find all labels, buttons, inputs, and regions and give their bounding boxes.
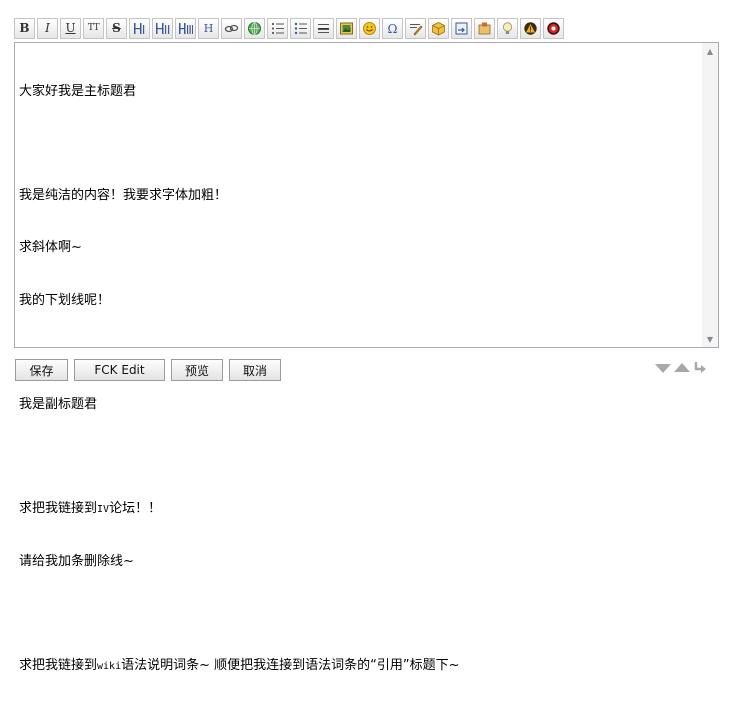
heading-3-button[interactable] bbox=[175, 17, 196, 39]
save-button[interactable]: 保存 bbox=[15, 359, 68, 381]
stop-button[interactable] bbox=[543, 17, 564, 39]
pen-icon bbox=[410, 23, 423, 35]
scroll-down-icon[interactable]: ▼ bbox=[702, 331, 718, 347]
numbered-list-button[interactable] bbox=[267, 17, 288, 39]
underline-button[interactable]: U bbox=[60, 17, 81, 39]
content-text: 论坛！！ bbox=[109, 501, 162, 517]
insert-file-button[interactable] bbox=[474, 17, 495, 39]
redirect-icon bbox=[455, 22, 468, 34]
warning-icon bbox=[524, 21, 537, 35]
file-icon bbox=[478, 22, 491, 34]
omega-icon: Ω bbox=[388, 22, 398, 36]
smiley-icon bbox=[363, 21, 376, 35]
bullet-list-icon bbox=[294, 22, 307, 34]
emoticon-button[interactable] bbox=[359, 17, 380, 39]
image-icon bbox=[340, 22, 353, 34]
content-line: 我是纯洁的内容！我要求字体加粗！ bbox=[19, 188, 228, 204]
horizontal-rule-icon bbox=[318, 23, 329, 33]
content-blank-line bbox=[19, 135, 700, 152]
vertical-scrollbar[interactable]: ▲ ▼ bbox=[702, 43, 718, 347]
link-icon bbox=[224, 24, 239, 32]
grow-arrow-icon[interactable] bbox=[673, 361, 691, 375]
editor-content[interactable]: 大家好我是主标题君 我是纯洁的内容！我要求字体加粗！ 求斜体啊~ 我的下划线呢！… bbox=[19, 48, 700, 673]
heading-button[interactable]: H bbox=[198, 17, 219, 39]
content-line: 我是副标题君 bbox=[19, 397, 98, 413]
content-text-mono: wiki bbox=[97, 661, 122, 673]
bold-button[interactable]: B bbox=[14, 17, 35, 39]
signature-button[interactable] bbox=[405, 17, 426, 39]
scroll-up-icon[interactable]: ▲ bbox=[702, 43, 718, 59]
special-char-button[interactable]: Ω bbox=[382, 17, 403, 39]
strikethrough-button[interactable]: S bbox=[106, 17, 127, 39]
content-text: 求把我链接到 bbox=[19, 501, 98, 517]
content-line: 求把我链接到IV论坛！！ bbox=[19, 500, 700, 517]
content-text-mono: IV bbox=[97, 504, 110, 516]
editor-toolbar: B I U TT S H Ω bbox=[14, 17, 566, 39]
cancel-button[interactable]: 取消 bbox=[229, 359, 281, 381]
bullet-list-button[interactable] bbox=[290, 17, 311, 39]
content-line: 求把我链接到wiki语法说明词条~ 顺便把我连接到语法词条的“引用”标题下~ bbox=[19, 657, 700, 674]
horizontal-rule-button[interactable] bbox=[313, 17, 334, 39]
heading-1-button[interactable] bbox=[129, 17, 150, 39]
content-blank-line bbox=[19, 448, 700, 465]
heading-3-icon bbox=[179, 22, 193, 34]
heading-1-icon bbox=[134, 22, 145, 34]
heading-2-button[interactable] bbox=[152, 17, 173, 39]
link-button[interactable] bbox=[221, 17, 242, 39]
tip-button[interactable] bbox=[497, 17, 518, 39]
redirect-button[interactable] bbox=[451, 17, 472, 39]
return-arrow-icon[interactable] bbox=[693, 361, 707, 375]
italic-button[interactable]: I bbox=[37, 17, 58, 39]
heading-2-icon bbox=[156, 22, 170, 34]
editor-textarea[interactable]: 大家好我是主标题君 我是纯洁的内容！我要求字体加粗！ 求斜体啊~ 我的下划线呢！… bbox=[14, 42, 719, 673]
image-button[interactable] bbox=[336, 17, 357, 39]
globe-icon bbox=[248, 21, 261, 35]
content-line: 大家好我是主标题君 bbox=[19, 83, 137, 99]
shrink-arrow-icon[interactable] bbox=[654, 361, 672, 375]
content-blank-line bbox=[19, 605, 700, 622]
fck-edit-button[interactable]: FCK Edit bbox=[74, 359, 165, 381]
stop-icon bbox=[547, 21, 560, 35]
package-icon bbox=[432, 21, 445, 35]
svg-text:Ω: Ω bbox=[388, 22, 398, 36]
template-button[interactable] bbox=[428, 17, 449, 39]
teletype-button[interactable]: TT bbox=[83, 17, 104, 39]
numbered-list-icon bbox=[272, 22, 284, 34]
warning-button[interactable] bbox=[520, 17, 541, 39]
content-line: 求斜体啊~ bbox=[19, 240, 82, 256]
resize-controls bbox=[654, 361, 707, 375]
external-link-button[interactable] bbox=[244, 17, 265, 39]
lightbulb-icon bbox=[502, 21, 513, 34]
content-text: 求把我链接到 bbox=[19, 658, 98, 674]
content-line: 请给我加条删除线~ bbox=[19, 553, 134, 569]
content-text: 语法说明词条~ 顺便把我连接到语法词条的“引用”标题下~ bbox=[121, 658, 460, 674]
content-line: 我的下划线呢！ bbox=[19, 292, 111, 308]
preview-button[interactable]: 预览 bbox=[171, 359, 223, 381]
